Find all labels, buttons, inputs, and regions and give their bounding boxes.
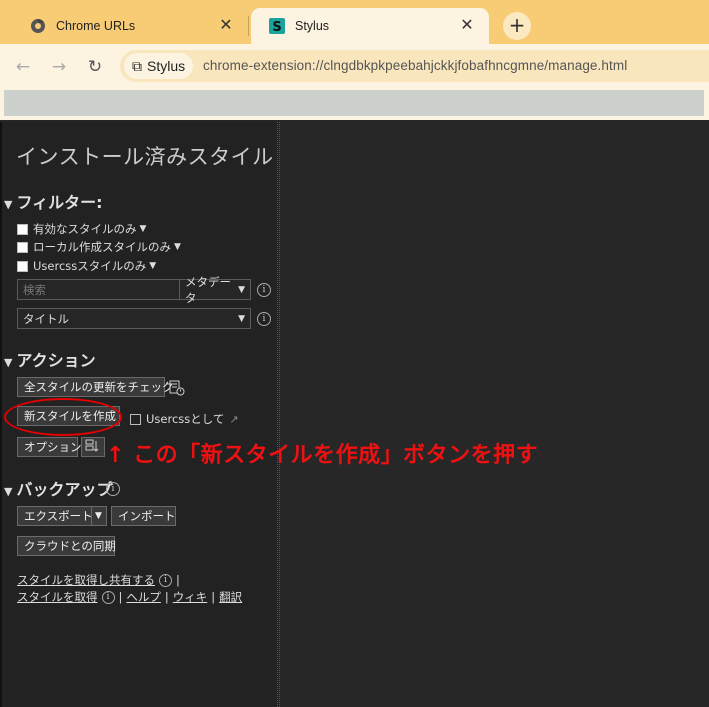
address-bar[interactable]: ⧉ Stylus chrome-extension://clngdbkpkpee… (120, 50, 709, 82)
import-label: インポート (118, 509, 176, 523)
dropdown-arrow-icon[interactable]: ▼ (174, 242, 181, 252)
stylus-icon: S (269, 18, 285, 34)
checkbox-label: ローカル作成スタイルのみ (33, 240, 171, 254)
info-bar-strip (4, 90, 704, 116)
checkbox[interactable] (17, 241, 28, 253)
filter-local-only[interactable]: ローカル作成スタイルのみ ▼ (17, 239, 181, 255)
checkbox-label: Usercssとして (146, 412, 225, 426)
export-dropdown-button[interactable]: ▼ (91, 506, 107, 526)
search-input[interactable]: 検索 (17, 279, 180, 300)
styles-list-area (281, 122, 709, 707)
as-usercss-checkbox[interactable]: Usercssとして ↗ (130, 411, 239, 427)
info-icon[interactable]: i (106, 482, 120, 496)
tab-title: Stylus (295, 19, 330, 33)
dropdown-arrow-icon[interactable]: ▼ (149, 261, 156, 271)
filter-enabled-only[interactable]: 有効なスタイルのみ ▼ (17, 221, 146, 237)
checkbox-label: Usercssスタイルのみ (33, 259, 147, 273)
close-tab-icon[interactable]: ✕ (218, 18, 234, 34)
extension-icon: ⧉ (132, 57, 142, 74)
url-text[interactable]: chrome-extension://clngdbkpkpeebahjckkjf… (203, 58, 627, 73)
tab-title: Chrome URLs (56, 19, 136, 33)
tab-strip: Chrome URLs ✕ S Stylus ✕ + (0, 0, 709, 44)
manage-options-icon[interactable] (81, 437, 105, 457)
checkbox[interactable] (130, 413, 141, 425)
translate-link[interactable]: 翻訳 (219, 589, 242, 605)
search-scope-value: メタデータ (185, 274, 231, 305)
separator: | (118, 590, 123, 604)
links-row-1: スタイルを取得し共有する i | (17, 572, 180, 588)
tab-stylus[interactable]: S Stylus ✕ (251, 8, 489, 44)
checkbox-label: 有効なスタイルのみ (33, 222, 137, 236)
check-updates-button[interactable]: 全スタイルの更新をチェック (17, 377, 174, 397)
collapse-triangle-icon: ▼ (4, 198, 13, 211)
help-link[interactable]: ヘルプ (126, 589, 161, 605)
site-chip-label: Stylus (147, 58, 186, 74)
tab-separator (248, 16, 249, 36)
separator: | (176, 573, 180, 587)
search-placeholder: 検索 (23, 282, 46, 297)
back-arrow-icon[interactable]: ← (12, 56, 34, 78)
export-button[interactable]: エクスポート (17, 506, 93, 526)
export-label: エクスポート (24, 509, 93, 523)
info-icon[interactable]: i (101, 590, 115, 604)
check-updates-label: 全スタイルの更新をチェック (24, 380, 174, 394)
actions-heading: アクション (16, 351, 96, 370)
new-tab-button[interactable]: + (503, 12, 531, 40)
get-styles-link[interactable]: スタイルを取得 (17, 589, 98, 605)
cloud-sync-label: クラウドとの同期 (24, 539, 116, 553)
cloud-sync-button[interactable]: クラウドとの同期 (17, 536, 116, 556)
actions-section-header[interactable]: ▼ アクション (4, 347, 96, 371)
collapse-triangle-icon: ▼ (4, 356, 13, 369)
info-icon[interactable]: i (159, 573, 172, 587)
info-icon[interactable]: i (257, 283, 271, 297)
reload-icon[interactable]: ↻ (84, 56, 106, 78)
filter-usercss-only[interactable]: Usercssスタイルのみ ▼ (17, 258, 156, 274)
wiki-link[interactable]: ウィキ (173, 589, 208, 605)
left-edge (0, 122, 2, 707)
links-row-2: スタイルを取得 i | ヘルプ | ウィキ | 翻訳 (17, 589, 242, 605)
chevron-down-icon: ▼ (238, 313, 245, 324)
search-scope-select[interactable]: メタデータ ▼ (179, 275, 251, 305)
filter-heading: フィルター: (16, 193, 103, 212)
checkbox[interactable] (17, 260, 28, 272)
sort-select[interactable]: タイトル ▼ (17, 308, 251, 329)
chevron-down-icon: ▼ (95, 511, 102, 521)
backup-section-header[interactable]: ▼ バックアップ (4, 476, 112, 500)
tab-chrome-urls[interactable]: Chrome URLs ✕ (12, 8, 248, 44)
separator: | (211, 590, 216, 604)
options-button[interactable]: オプション (17, 437, 82, 457)
update-history-icon[interactable] (169, 380, 185, 400)
collapse-triangle-icon: ▼ (4, 485, 13, 498)
filter-section-header[interactable]: ▼ フィルター: (4, 189, 103, 213)
checkbox[interactable] (17, 223, 28, 235)
chevron-down-icon: ▼ (238, 284, 245, 295)
annotation-highlight-ellipse (4, 398, 122, 436)
svg-text:S: S (272, 20, 281, 34)
external-link-icon[interactable]: ↗ (229, 413, 238, 426)
get-and-share-link[interactable]: スタイルを取得し共有する (17, 572, 155, 588)
close-tab-icon[interactable]: ✕ (459, 18, 475, 34)
info-bar (0, 88, 709, 120)
page-title: インストール済みスタイル (16, 145, 274, 169)
separator: | (164, 590, 169, 604)
dropdown-arrow-icon[interactable]: ▼ (140, 224, 147, 234)
info-icon[interactable]: i (257, 312, 271, 326)
site-info-chip[interactable]: ⧉ Stylus (124, 53, 194, 79)
sidebar-resize-handle[interactable] (277, 122, 280, 707)
options-label: オプション (24, 440, 82, 454)
chrome-icon (30, 18, 46, 34)
browser-toolbar: ← → ↻ ⧉ Stylus chrome-extension://clngdb… (0, 44, 709, 88)
annotation-text: ↑ この「新スタイルを作成」ボタンを押す (106, 443, 539, 468)
backup-heading: バックアップ (16, 480, 113, 499)
import-button[interactable]: インポート (111, 506, 176, 526)
sort-value: タイトル (23, 311, 69, 326)
forward-arrow-icon[interactable]: → (48, 56, 70, 78)
